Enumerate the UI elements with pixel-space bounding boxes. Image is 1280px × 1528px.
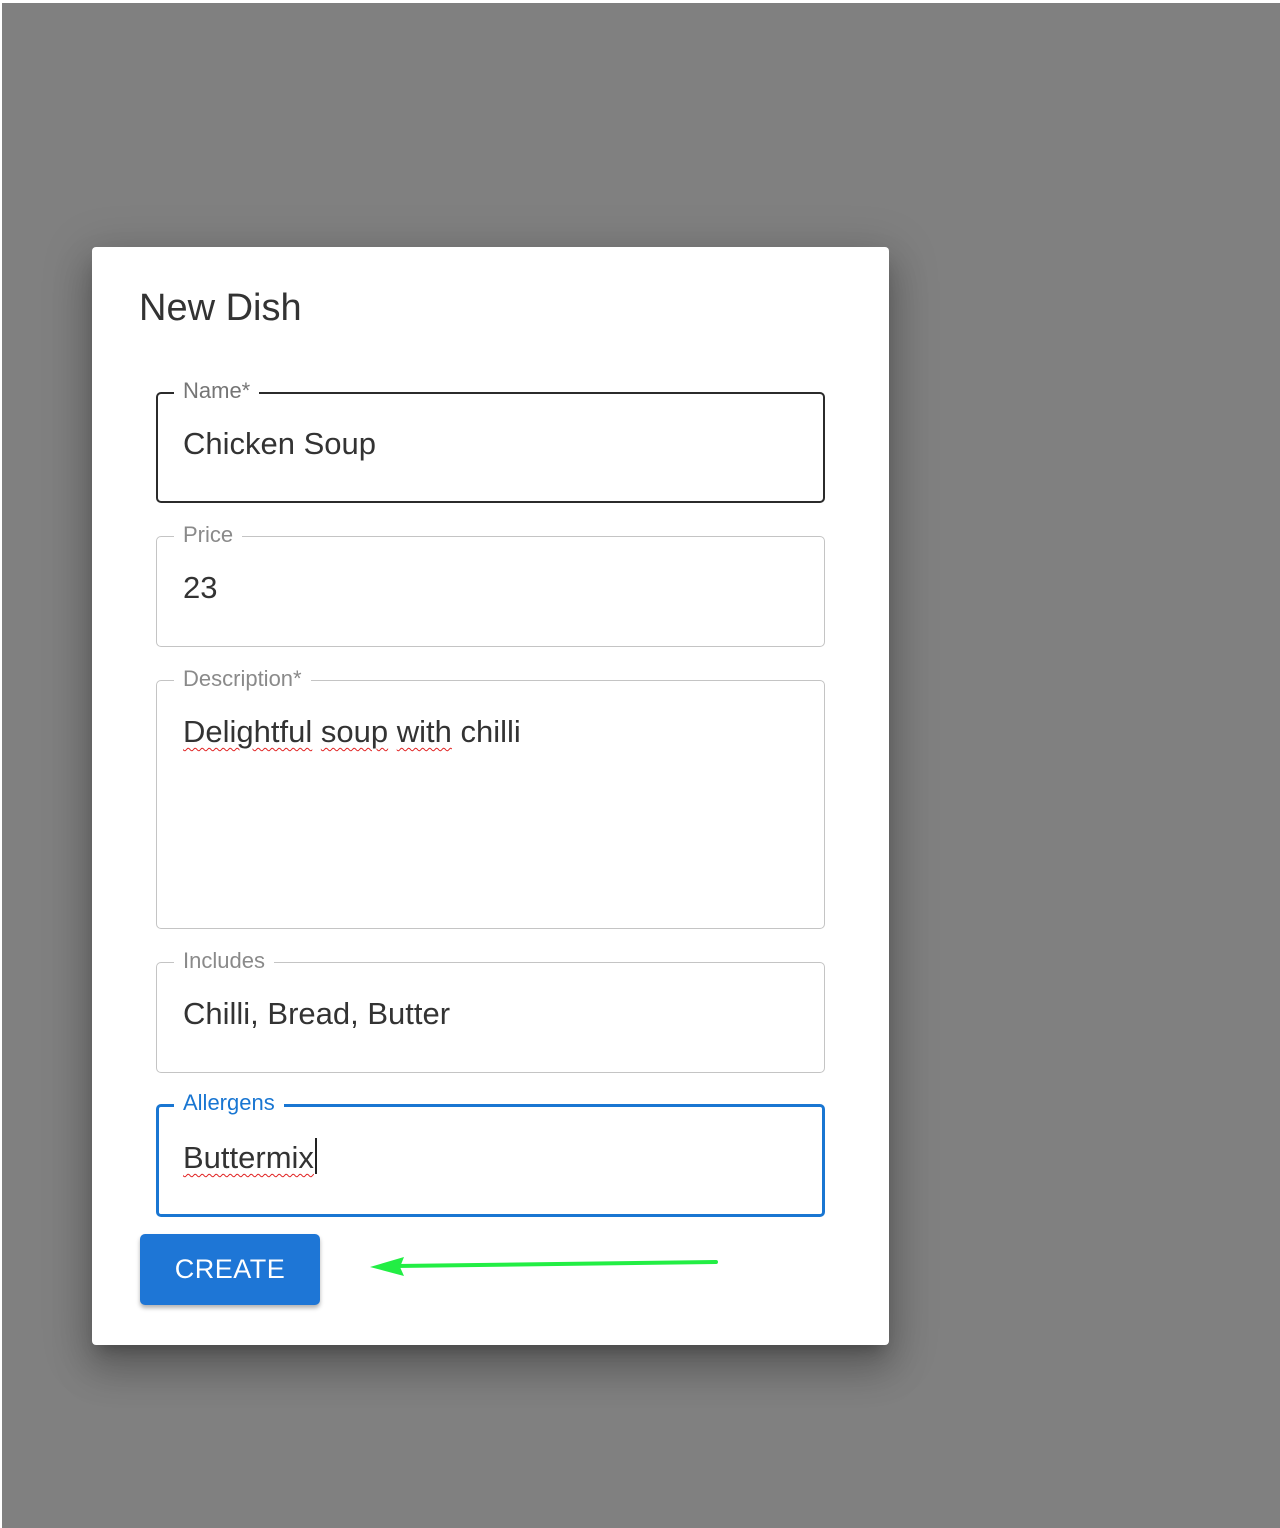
screen-edge-left [0,0,2,1528]
description-field-value[interactable]: Delightful soup with chilli [183,714,521,750]
allergens-field-value[interactable]: Buttermix [183,1138,317,1176]
description-word-1: Delightful [183,714,313,749]
price-field-label: Price [174,522,243,548]
includes-field-value[interactable]: Chilli, Bread, Butter [183,996,450,1032]
arrow-left-icon [370,1257,718,1276]
description-word-3: with [396,714,452,749]
description-word-4: chilli [460,714,521,749]
screen-edge-top [0,0,1280,3]
create-button[interactable]: CREATE [140,1234,320,1305]
dialog-title: New Dish [139,287,302,329]
name-field-value[interactable]: Chicken Soup [183,426,376,462]
allergens-field[interactable]: Allergens Buttermix [156,1090,825,1217]
price-field-outline [156,536,825,647]
name-field-label: Name* [174,378,260,404]
new-dish-dialog: New Dish Name* Chicken Soup Price 23 Des… [92,247,889,1345]
name-field[interactable]: Name* Chicken Soup [156,378,825,503]
price-field[interactable]: Price 23 [156,522,825,647]
allergens-field-label: Allergens [174,1090,284,1116]
description-field-label: Description* [174,666,311,692]
text-caret [314,1138,317,1174]
allergens-field-text: Buttermix [183,1140,314,1175]
description-word-2: soup [320,714,389,749]
price-field-value[interactable]: 23 [183,570,217,606]
description-field[interactable]: Description* Delightful soup with chilli [156,666,825,929]
includes-field[interactable]: Includes Chilli, Bread, Butter [156,948,825,1073]
includes-field-label: Includes [174,948,274,974]
